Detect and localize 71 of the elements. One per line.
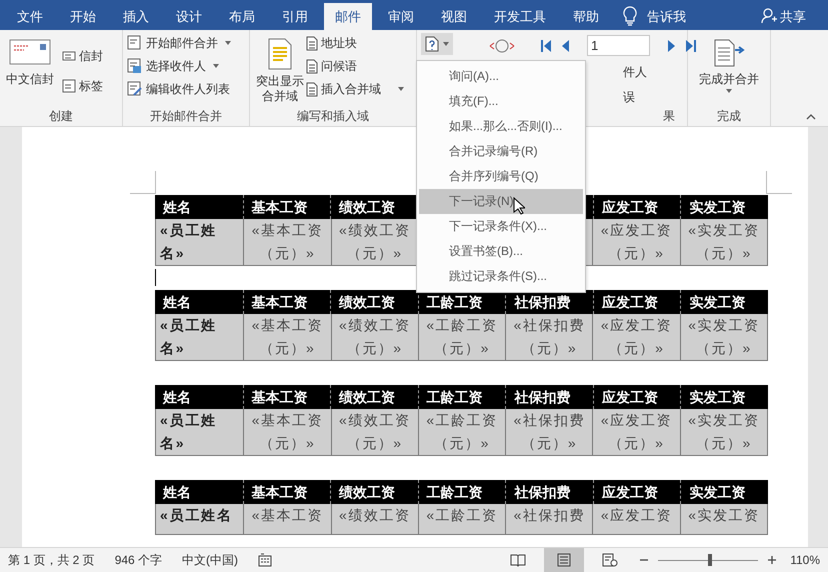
table-cell: «工龄工资 (418, 504, 506, 534)
table-header-cell-text: 姓名 (162, 388, 192, 407)
ribbon-tab[interactable]: 帮助 (562, 3, 610, 30)
ribbon-tab[interactable]: 开发工具 (483, 3, 557, 30)
ribbon-tab[interactable]: 布局 (218, 3, 266, 30)
table-cell: «实发工资（元）» (680, 219, 767, 265)
group-label: 编写和插入域 (296, 108, 370, 125)
table-cell: «基本工资 (243, 504, 331, 534)
table-cell-text: «员工姓名 (159, 506, 234, 525)
ribbon-tab[interactable]: 审阅 (377, 3, 425, 30)
group-label: 开始邮件合并 (149, 108, 223, 125)
menu-item[interactable]: 合并记录编号(R) (417, 139, 585, 164)
zoom-level[interactable]: 110% (790, 553, 820, 567)
table-cell-text: «员工姓名» (158, 221, 218, 263)
table-cell: «绩效工资（元）» (330, 314, 418, 360)
ribbon-button[interactable]: 问候语 (306, 57, 404, 75)
table-cell-text: «员工姓名» (158, 411, 218, 453)
table-cell: «工龄工资（元）» (418, 409, 506, 455)
word-count[interactable]: 946 个字 (114, 552, 162, 568)
group-label: 创建 (48, 108, 74, 125)
table-cell: «应发工资（元）» (592, 219, 680, 265)
table-cell: «工龄工资（元）» (418, 314, 506, 360)
share-button[interactable]: 共享 (780, 3, 806, 30)
ribbon-button[interactable]: 地址块 (306, 34, 404, 52)
table-cell: «实发工资 (680, 504, 767, 534)
ribbon-button[interactable]: 编辑收件人列表 (127, 80, 245, 98)
ribbon-button[interactable]: 选择收件人 (127, 57, 245, 75)
menu-item[interactable]: 填充(F)... (417, 89, 585, 114)
language-indicator[interactable]: 中文(中国) (182, 552, 238, 568)
ribbon-tab[interactable]: 设计 (165, 3, 213, 30)
ribbon-button[interactable]: 信封 (62, 47, 103, 65)
table-cell: «基本工资（元）» (243, 219, 331, 265)
table-cell: «实发工资（元）» (680, 409, 767, 455)
menu-item[interactable]: 下一记录条件(X)... (417, 214, 585, 239)
table-cell: «应发工资（元）» (592, 409, 680, 455)
table-cell: «绩效工资 (330, 504, 418, 534)
table-cell: «社保扣费（元）» (505, 314, 592, 360)
ribbon-button[interactable]: 插入合并域 (306, 80, 404, 98)
ribbon-button[interactable]: 标签 (62, 77, 103, 95)
table-header-cell-text: 姓名 (162, 293, 192, 312)
menu-item[interactable]: 设置书签(B)... (417, 239, 585, 264)
table-cell: «基本工资（元）» (243, 314, 331, 360)
chinese-envelope-button[interactable]: 中文信封 (4, 34, 56, 108)
table-cell: «社保扣费 (505, 504, 592, 534)
menu-item[interactable]: 下一记录(N) (419, 189, 583, 214)
table-header-cell-text: 姓名 (162, 483, 192, 502)
ribbon-button[interactable]: 开始邮件合并 (127, 34, 245, 52)
table-cell-text: «员工姓名» (158, 316, 218, 358)
table-cell: «应发工资（元）» (592, 314, 680, 360)
menu-item[interactable]: 跳过记录条件(S)... (417, 264, 585, 289)
table-cell: «社保扣费（元）» (505, 409, 592, 455)
ribbon-tab[interactable]: 引用 (271, 3, 319, 30)
menu-item[interactable]: 合并序列编号(Q) (417, 164, 585, 189)
ribbon-tab[interactable]: 视图 (430, 3, 478, 30)
group-label: 果 (663, 108, 676, 125)
menu-item[interactable]: 如果...那么...否则(I)... (417, 114, 585, 139)
ribbon-tab[interactable]: 邮件 (324, 3, 372, 30)
table-header-cell-text: 姓名 (162, 198, 192, 217)
highlight-merge-fields-button[interactable]: 突出显示 合并域 (254, 34, 306, 108)
table-cell: «基本工资（元）» (243, 409, 331, 455)
page-count[interactable]: 第 1 页，共 2 页 (8, 552, 95, 568)
table-cell: «绩效工资（元）» (330, 409, 418, 455)
ribbon-tab[interactable]: 文件 (6, 3, 54, 30)
table-cell: «实发工资（元）» (680, 314, 767, 360)
record-field[interactable]: 1 (587, 35, 650, 56)
menu-item[interactable]: 询问(A)... (417, 64, 585, 89)
group-label: 完成 (716, 108, 742, 125)
table-cell: «应发工资 (592, 504, 680, 534)
tell-me-field[interactable]: 告诉我 (647, 3, 686, 30)
ribbon-tab[interactable]: 插入 (112, 3, 160, 30)
ribbon-tab[interactable]: 开始 (59, 3, 107, 30)
